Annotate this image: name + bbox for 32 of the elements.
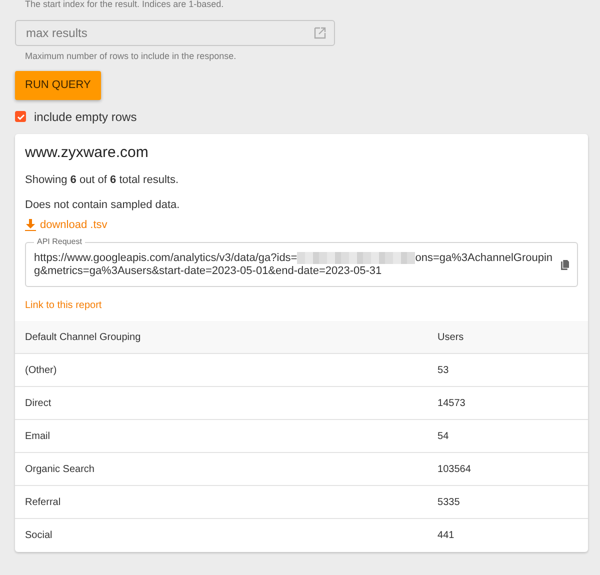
column-header: Default Channel Grouping	[15, 320, 428, 354]
report-title: www.zyxware.com	[25, 142, 150, 162]
copy-icon[interactable]	[560, 258, 569, 272]
open-external-icon	[314, 26, 326, 38]
table-cell: (Other)	[15, 354, 428, 387]
table-cell: 103564	[428, 452, 588, 486]
table-cell: 5335	[428, 486, 588, 519]
table-cell: Referral	[15, 486, 428, 519]
sampling-text: Does not contain sampled data.	[25, 198, 181, 212]
api-url-text: https://www.googleapis.com/analytics/v3/data/ga?ids=	[34, 252, 298, 265]
download-link[interactable]: download .tsv	[25, 217, 108, 234]
column-header: Users	[428, 320, 588, 354]
help-text: Maximum number of rows to include in the response.	[25, 50, 238, 63]
report-link[interactable]: Link to this report	[25, 300, 102, 311]
table-cell: Email	[15, 420, 428, 453]
table-cell: 441	[428, 518, 588, 552]
table-cell: 54	[428, 420, 588, 453]
api-url-text: g&metrics=ga%3Ausers&start-date=2023-05-01&end-date=2023-05-31	[34, 264, 383, 278]
help-text: The start index for the result. Indices are 1-based.	[25, 0, 225, 11]
table-cell: Social	[15, 518, 428, 552]
checkbox-label: include empty rows	[34, 108, 137, 126]
table-cell: 14573	[428, 386, 588, 420]
table-cell: Direct	[15, 386, 428, 420]
table-cell: Organic Search	[15, 452, 428, 486]
api-url-text: ons=ga%3AchannelGroupin	[415, 252, 553, 265]
checkbox[interactable]	[15, 111, 26, 122]
summary-text: Showing 6 out of 6 total results.	[25, 173, 180, 188]
download-icon	[25, 219, 36, 232]
fieldset-legend: API Request	[34, 236, 85, 248]
max-results-field[interactable]: max results	[15, 20, 335, 46]
run-query-button[interactable]: RUN QUERY	[15, 71, 101, 100]
table-cell: 53	[428, 354, 588, 387]
